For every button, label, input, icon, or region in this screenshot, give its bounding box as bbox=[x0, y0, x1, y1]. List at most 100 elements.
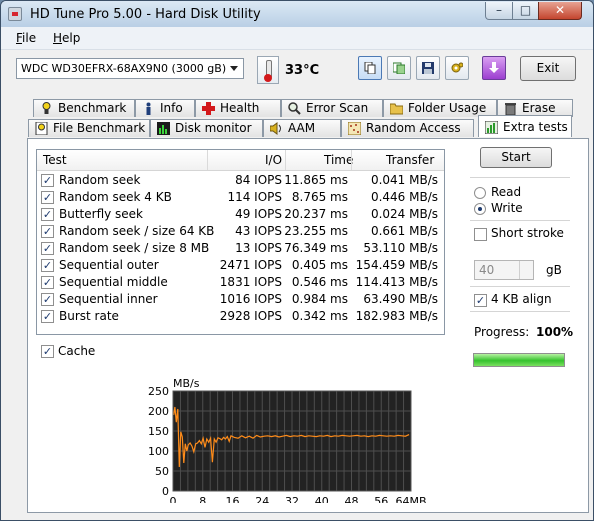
write-radio[interactable] bbox=[474, 203, 486, 215]
test-checkbox[interactable]: ✓ bbox=[41, 174, 54, 187]
cell-transfer: 114.413 MB/s bbox=[355, 275, 438, 289]
x-tick-label: 56 bbox=[374, 495, 388, 503]
tab-file-benchmark[interactable]: File Benchmark bbox=[28, 119, 150, 137]
test-checkbox[interactable]: ✓ bbox=[41, 310, 54, 323]
column-header-test[interactable]: Test bbox=[43, 153, 67, 167]
test-checkbox[interactable]: ✓ bbox=[41, 259, 54, 272]
tab-random-access[interactable]: Random Access bbox=[341, 119, 474, 137]
cell-test: Sequential outer bbox=[59, 258, 159, 272]
cache-checkbox[interactable]: ✓ bbox=[41, 345, 54, 358]
download-button[interactable] bbox=[482, 56, 506, 80]
table-row[interactable]: ✓ Burst rate 2928 IOPS 0.342 ms 182.983 MB/s bbox=[37, 308, 444, 325]
column-divider[interactable] bbox=[285, 150, 286, 170]
table-row[interactable]: ✓ Butterfly seek 49 IOPS 20.237 ms 0.024 MB/… bbox=[37, 206, 444, 223]
info-icon bbox=[146, 102, 151, 115]
test-checkbox[interactable]: ✓ bbox=[41, 242, 54, 255]
x-tick-label: 8 bbox=[199, 495, 206, 503]
test-options: Start Read Write Short stroke 40 gB ✓ 4 … bbox=[470, 147, 580, 397]
table-row[interactable]: ✓ Random seek / size 64 KB 43 IOPS 23.255 m… bbox=[37, 223, 444, 240]
table-header: Test I/O Time Transfer bbox=[37, 150, 444, 171]
column-divider[interactable] bbox=[207, 150, 208, 170]
tab-extra-tests[interactable]: Extra tests bbox=[478, 115, 572, 137]
test-checkbox[interactable]: ✓ bbox=[41, 225, 54, 238]
tab-disk-monitor[interactable]: Disk monitor bbox=[150, 119, 263, 137]
short-stroke-spinner[interactable]: 40 bbox=[474, 260, 534, 280]
tab-aam[interactable]: AAM bbox=[263, 119, 341, 137]
column-header-io[interactable]: I/O bbox=[265, 153, 282, 167]
y-tick-label: 200 bbox=[148, 405, 169, 418]
bar-chart-icon bbox=[157, 122, 170, 135]
cell-io: 49 IOPS bbox=[235, 207, 282, 221]
close-button[interactable]: ✕ bbox=[538, 2, 582, 20]
cell-transfer: 182.983 MB/s bbox=[355, 309, 438, 323]
read-radio[interactable] bbox=[474, 187, 486, 199]
align-label: 4 KB align bbox=[491, 292, 552, 306]
cell-test: Random seek / size 8 MB bbox=[59, 241, 210, 255]
table-row[interactable]: ✓ Sequential inner 1016 IOPS 0.984 ms 63.490… bbox=[37, 291, 444, 308]
arrow-down-icon bbox=[489, 62, 499, 73]
tab-label: File Benchmark bbox=[53, 121, 146, 135]
short-stroke-label: Short stroke bbox=[491, 226, 564, 240]
cell-io: 1831 IOPS bbox=[219, 275, 282, 289]
minimize-button[interactable]: – bbox=[485, 2, 513, 20]
copy-icon bbox=[364, 62, 376, 74]
benchmark-icon bbox=[42, 102, 51, 114]
copy-screenshot-button[interactable] bbox=[387, 56, 411, 80]
results-table: Test I/O Time Transfer ✓ Random seek 84 IO… bbox=[36, 149, 445, 335]
thermometer-icon bbox=[257, 56, 279, 84]
cell-time: 20.237 ms bbox=[284, 207, 348, 221]
table-row[interactable]: ✓ Sequential outer 2471 IOPS 0.405 ms 154.45… bbox=[37, 257, 444, 274]
table-row[interactable]: ✓ Random seek 4 KB 114 IOPS 8.765 ms 0.446 M… bbox=[37, 189, 444, 206]
align-checkbox[interactable]: ✓ bbox=[474, 294, 487, 307]
cell-time: 8.765 ms bbox=[291, 190, 348, 204]
save-button[interactable] bbox=[416, 56, 440, 80]
progress-label: Progress: bbox=[474, 325, 530, 339]
x-tick-label: 40 bbox=[315, 495, 329, 503]
random-access-icon bbox=[348, 122, 361, 135]
options-button[interactable] bbox=[445, 56, 469, 80]
tab-info[interactable]: Info bbox=[135, 99, 195, 117]
column-header-time[interactable]: Time bbox=[324, 153, 353, 167]
menu-bar: File Help bbox=[1, 27, 593, 50]
test-checkbox[interactable]: ✓ bbox=[41, 208, 54, 221]
extra-tests-panel: Test I/O Time Transfer ✓ Random seek 84 IO… bbox=[27, 138, 589, 513]
exit-button[interactable]: Exit bbox=[520, 56, 576, 81]
spinner-arrows-icon[interactable] bbox=[519, 261, 533, 279]
maximize-button[interactable]: □ bbox=[512, 2, 539, 20]
table-row[interactable]: ✓ Sequential middle 1831 IOPS 0.546 ms 114.4… bbox=[37, 274, 444, 291]
start-button[interactable]: Start bbox=[480, 147, 552, 168]
cell-time: 23.255 ms bbox=[284, 224, 348, 238]
test-checkbox[interactable]: ✓ bbox=[41, 191, 54, 204]
tab-benchmark[interactable]: Benchmark bbox=[33, 99, 135, 117]
cell-test: Random seek 4 KB bbox=[59, 190, 172, 204]
magnifier-icon bbox=[288, 102, 301, 115]
tab-health[interactable]: Health bbox=[195, 99, 281, 117]
short-stroke-checkbox[interactable] bbox=[474, 228, 487, 241]
divider bbox=[470, 286, 570, 287]
table-row[interactable]: ✓ Random seek 84 IOPS 11.865 ms 0.041 MB/s bbox=[37, 172, 444, 189]
y-axis-label: MB/s bbox=[173, 377, 200, 390]
chevron-down-icon bbox=[230, 66, 238, 71]
progress-bar bbox=[473, 353, 565, 367]
table-row[interactable]: ✓ Random seek / size 8 MB 13 IOPS 76.349 ms… bbox=[37, 240, 444, 257]
cell-test: Random seek / size 64 KB bbox=[59, 224, 215, 238]
column-header-transfer[interactable]: Transfer bbox=[386, 153, 434, 167]
test-checkbox[interactable]: ✓ bbox=[41, 293, 54, 306]
tab-label: Health bbox=[220, 101, 260, 115]
copy-info-button[interactable] bbox=[358, 56, 382, 80]
test-checkbox[interactable]: ✓ bbox=[41, 276, 54, 289]
column-divider[interactable] bbox=[351, 150, 352, 170]
progress-percent: 100% bbox=[536, 325, 574, 339]
folder-icon bbox=[390, 103, 403, 115]
tab-error-scan[interactable]: Error Scan bbox=[281, 99, 383, 117]
cell-io: 114 IOPS bbox=[227, 190, 282, 204]
cell-time: 0.984 ms bbox=[291, 292, 348, 306]
cell-io: 43 IOPS bbox=[235, 224, 282, 238]
menu-help[interactable]: Help bbox=[53, 31, 80, 45]
tab-label: Info bbox=[160, 101, 183, 115]
cell-io: 2471 IOPS bbox=[219, 258, 282, 272]
cell-test: Butterfly seek bbox=[59, 207, 144, 221]
drive-select[interactable]: WDC WD30EFRX-68AX9N0 (3000 gB) bbox=[16, 58, 244, 79]
title-bar[interactable]: HD Tune Pro 5.00 - Hard Disk Utility – □… bbox=[1, 1, 593, 27]
menu-file[interactable]: File bbox=[16, 31, 36, 45]
